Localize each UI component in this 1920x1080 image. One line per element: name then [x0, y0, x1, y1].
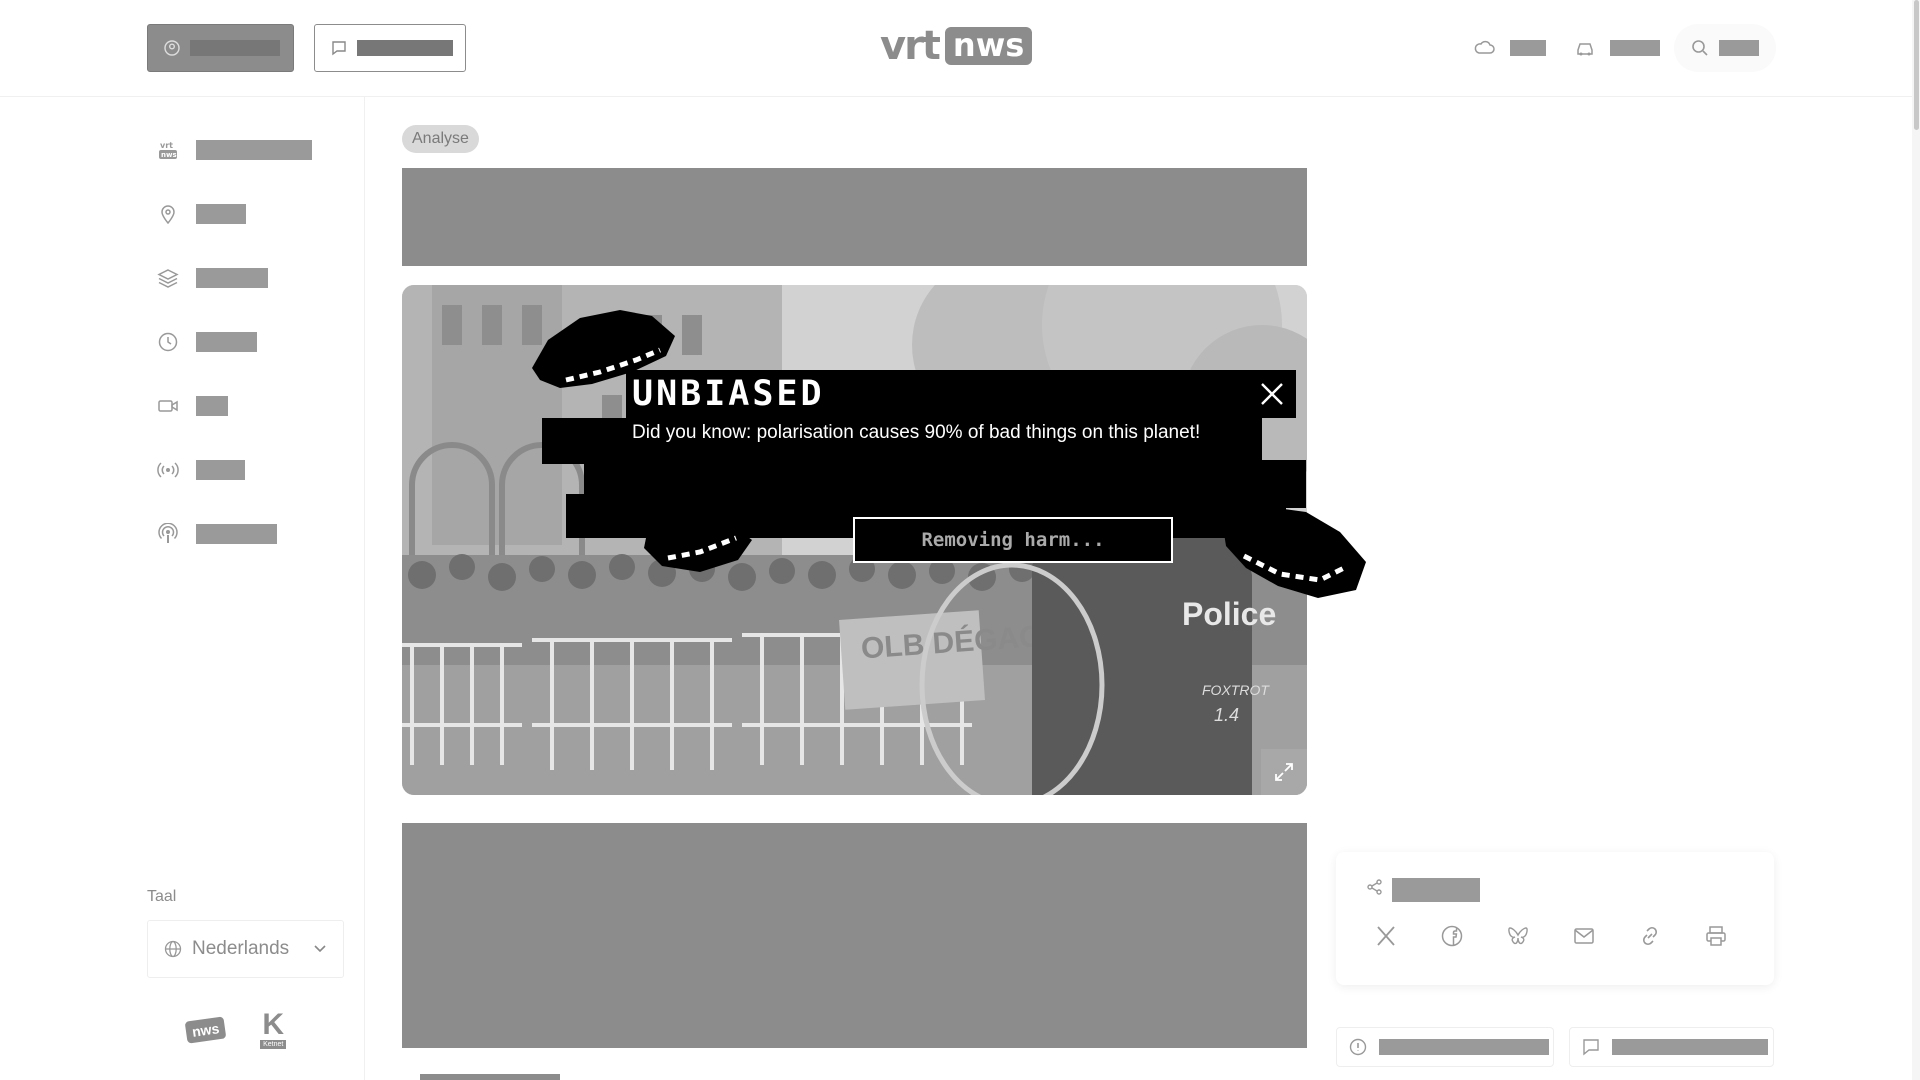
feedback-label-redacted	[1612, 1039, 1768, 1055]
svg-text:nws: nws	[161, 151, 177, 159]
sidebar-item-topics[interactable]	[156, 266, 268, 290]
share-label-redacted	[1392, 878, 1480, 902]
x-twitter-icon[interactable]	[1372, 922, 1400, 950]
report-error-button[interactable]	[1336, 1027, 1554, 1067]
location-pin-icon	[156, 202, 180, 226]
globe-icon	[164, 940, 182, 958]
copy-link-icon[interactable]	[1636, 922, 1664, 950]
scrollbar[interactable]	[1912, 0, 1920, 1080]
video-icon	[156, 394, 180, 418]
top-right-tools	[1474, 24, 1776, 72]
search-button[interactable]	[1674, 24, 1776, 72]
layers-icon	[156, 266, 180, 290]
facebook-icon[interactable]	[1438, 922, 1466, 950]
broadcast-icon	[156, 458, 180, 482]
sidebar-item-podcasts[interactable]	[156, 522, 277, 546]
language-value: Nederlands	[192, 938, 290, 959]
unit-text: FOXTROT	[1202, 682, 1270, 698]
login-button[interactable]	[147, 24, 294, 72]
sidebar-label-redacted	[196, 524, 277, 544]
popup-message: Did you know: polarisation causes 90% of…	[632, 422, 1201, 443]
article-intro-redacted	[402, 823, 1307, 1048]
bluesky-icon[interactable]	[1504, 922, 1532, 950]
logo-nws-text: nws	[944, 27, 1033, 65]
share-card	[1336, 852, 1774, 985]
footer-logos: nws K Ketnet	[184, 1010, 295, 1049]
clock-icon	[156, 330, 180, 354]
top-bar: vrt nws	[0, 0, 1920, 97]
scrollbar-thumb[interactable]	[1914, 0, 1919, 130]
language-select[interactable]: Nederlands	[147, 920, 344, 978]
logo-vrt-text: vrt	[880, 23, 941, 69]
language-label: Taal	[147, 888, 177, 905]
traffic-redacted[interactable]	[1610, 40, 1660, 56]
expand-icon	[1275, 763, 1293, 781]
popup-close-button[interactable]	[1254, 376, 1290, 412]
user-circle-icon	[164, 40, 180, 56]
svg-text:vrt: vrt	[160, 141, 173, 150]
chat-bubble-icon	[332, 41, 346, 56]
info-icon	[1349, 1038, 1367, 1056]
sidebar-item-video[interactable]	[156, 394, 228, 418]
nws-footer-logo[interactable]: nws	[184, 1015, 227, 1044]
sidebar-item-latest[interactable]	[156, 330, 257, 354]
sidebar-label-redacted	[196, 268, 268, 288]
car-icon	[1577, 43, 1593, 56]
article-headline-redacted	[402, 168, 1307, 266]
podcast-icon	[156, 522, 180, 546]
print-icon[interactable]	[1702, 922, 1730, 950]
sidebar-item-location[interactable]	[156, 202, 246, 226]
popup-title: UNBIASED	[632, 374, 825, 414]
contact-label-redacted	[357, 40, 453, 56]
sidebar-label-redacted	[196, 332, 257, 352]
feedback-button[interactable]	[1569, 1027, 1774, 1067]
chevron-down-icon	[314, 945, 326, 953]
unit-number-text: 1.4	[1214, 705, 1239, 725]
sidebar-label-redacted	[196, 204, 246, 224]
share-icons-row	[1372, 922, 1730, 950]
login-label-redacted	[190, 40, 280, 56]
ketnet-logo[interactable]: K Ketnet	[251, 1010, 295, 1049]
vrt-nws-icon: vrt nws	[156, 138, 180, 162]
fullscreen-button[interactable]	[1261, 749, 1307, 795]
vrt-nws-logo[interactable]: vrt nws	[880, 23, 1033, 69]
sidebar-label-redacted	[196, 460, 245, 480]
ketnet-logo-label: Ketnet	[260, 1040, 287, 1049]
police-vest-text: Police	[1182, 596, 1276, 632]
sidebar-item-live[interactable]	[156, 458, 245, 482]
sidebar: vrt nws Taal Nederlands nws K Ketnet	[0, 96, 365, 1080]
article-text-redacted	[420, 1074, 560, 1080]
contact-button[interactable]	[314, 24, 466, 72]
sidebar-label-redacted	[196, 396, 228, 416]
chat-bubble-icon	[1583, 1039, 1599, 1056]
sidebar-item-vrt-nws[interactable]: vrt nws	[156, 138, 312, 162]
email-icon[interactable]	[1570, 922, 1598, 950]
report-label-redacted	[1379, 1039, 1549, 1055]
search-icon	[1692, 40, 1708, 56]
weather-redacted[interactable]	[1510, 40, 1546, 56]
weather-icon	[1474, 40, 1495, 54]
share-icon	[1367, 879, 1382, 895]
removing-harm-status: Removing harm...	[853, 517, 1173, 563]
article-category-badge: Analyse	[402, 125, 479, 153]
search-label-redacted	[1719, 40, 1759, 56]
close-icon	[1261, 383, 1283, 405]
ketnet-logo-k: K	[262, 1008, 285, 1041]
sidebar-label-redacted	[196, 140, 312, 160]
